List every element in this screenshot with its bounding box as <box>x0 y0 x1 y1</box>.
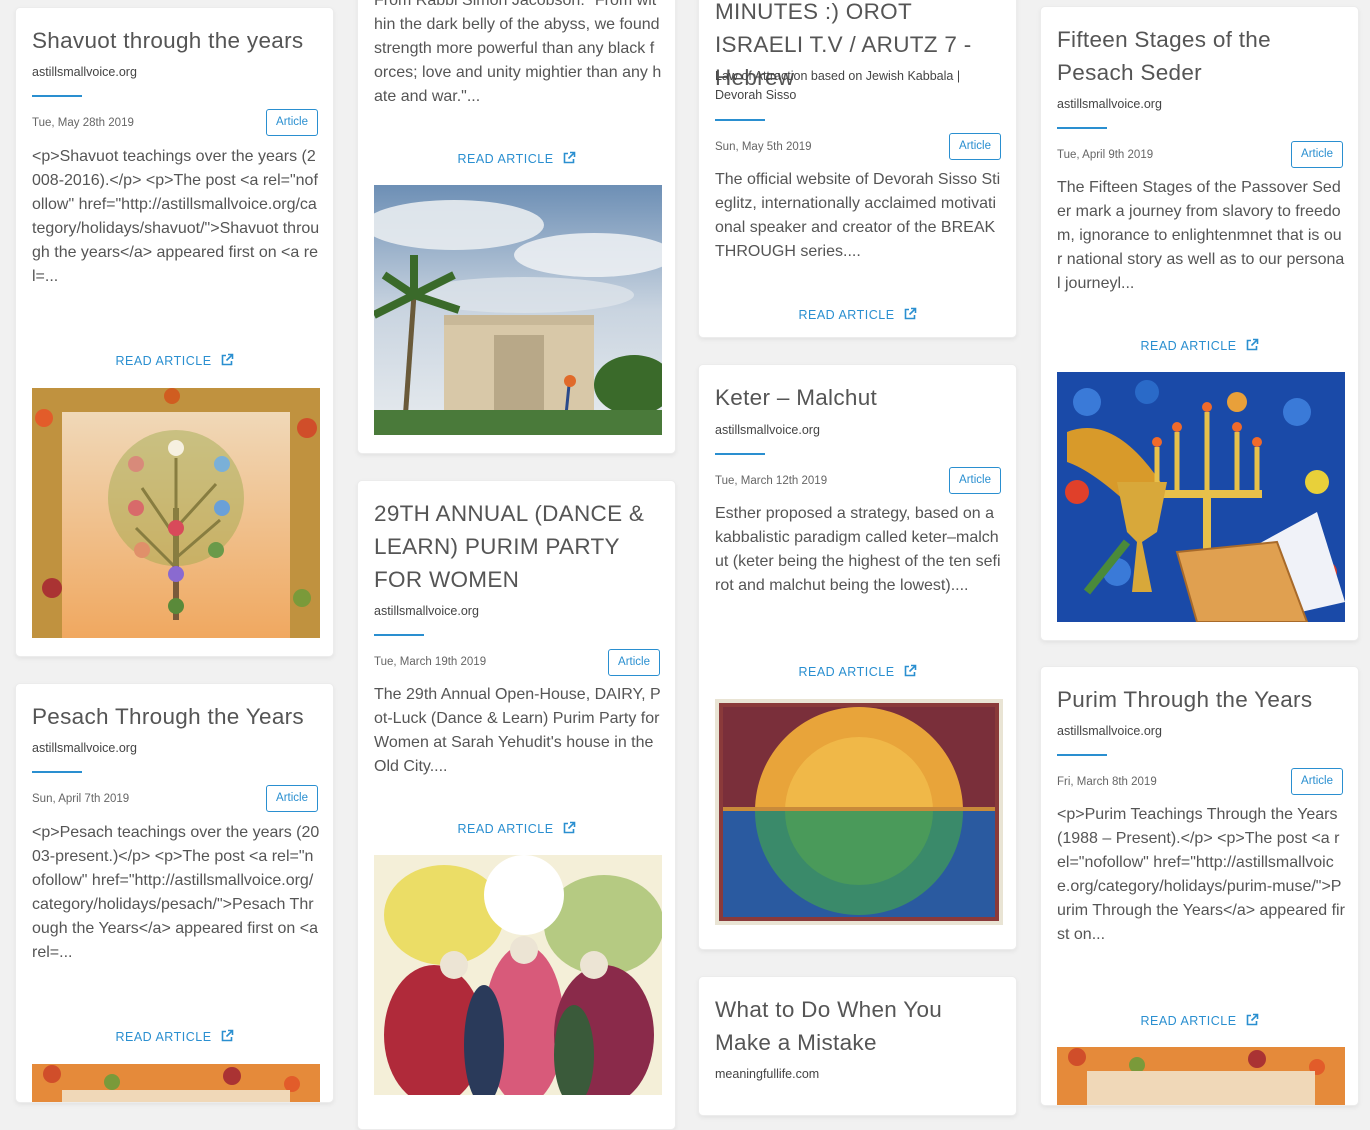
article-source: astillsmallvoice.org <box>32 65 137 79</box>
article-source: astillsmallvoice.org <box>715 423 820 437</box>
article-date: Tue, May 28th 2019 <box>32 117 134 129</box>
article-date: Tue, April 9th 2019 <box>1057 149 1154 161</box>
article-card[interactable]: Purim Through the Years astillsmallvoice… <box>1040 666 1359 1106</box>
article-image[interactable] <box>32 388 320 638</box>
read-article-label[interactable]: READ ARTICLE <box>457 152 553 166</box>
read-article-label[interactable]: READ ARTICLE <box>115 354 211 368</box>
article-description: The Fifteen Stages of the Passover Seder… <box>1057 179 1345 292</box>
read-article-label[interactable]: READ ARTICLE <box>1140 339 1236 353</box>
article-image[interactable] <box>374 185 662 435</box>
read-article-label[interactable]: READ ARTICLE <box>1140 1014 1236 1028</box>
article-image[interactable] <box>1057 1047 1345 1105</box>
article-date: Tue, March 12th 2019 <box>715 475 828 487</box>
article-source: astillsmallvoice.org <box>1057 724 1162 738</box>
article-title[interactable]: Shavuot through the years <box>32 24 320 57</box>
read-article-label[interactable]: READ ARTICLE <box>457 822 553 836</box>
external-link-icon <box>1245 1013 1259 1027</box>
article-title[interactable]: What to Do When You Make a Mistake <box>715 993 1003 1059</box>
article-date: Sun, April 7th 2019 <box>32 793 130 805</box>
article-title[interactable]: Fifteen Stages of the Pesach Seder <box>1057 23 1345 89</box>
read-article-label[interactable]: READ ARTICLE <box>115 1030 211 1044</box>
article-description: <p>Purim Teachings Through the Years (19… <box>1057 806 1345 943</box>
article-source: meaningfullife.com <box>715 1067 820 1081</box>
divider <box>1057 754 1107 756</box>
article-card[interactable]: 29TH ANNUAL (DANCE & LEARN) PURIM PARTY … <box>357 480 676 1130</box>
article-card[interactable]: MINUTES :) OROT ISRAELI T.V / ARUTZ 7 - … <box>698 0 1017 338</box>
external-link-icon <box>903 664 917 678</box>
article-description: Esther proposed a strategy, based on a k… <box>715 505 1001 594</box>
article-card[interactable]: Pesach Through the Years astillsmallvoic… <box>15 683 334 1103</box>
external-link-icon <box>562 151 576 165</box>
read-article-link[interactable]: READ ARTICLE <box>358 821 675 836</box>
article-type-badge: Article <box>608 649 660 676</box>
article-type-badge: Article <box>266 109 318 136</box>
article-source: astillsmallvoice.org <box>1057 97 1162 111</box>
read-article-label[interactable]: READ ARTICLE <box>798 308 894 322</box>
read-article-link[interactable]: READ ARTICLE <box>699 307 1016 322</box>
article-card[interactable]: From Rabbi Simon Jacobson: "From within … <box>357 0 676 454</box>
article-description: <p>Shavuot teachings over the years (200… <box>32 148 320 285</box>
article-card[interactable]: Shavuot through the years astillsmallvoi… <box>15 7 334 657</box>
external-link-icon <box>903 307 917 321</box>
article-description: The official website of Devorah Sisso St… <box>715 171 1001 260</box>
article-image[interactable] <box>1057 372 1345 622</box>
divider <box>32 771 82 773</box>
article-title[interactable]: Keter – Malchut <box>715 381 1003 414</box>
article-type-badge: Article <box>949 467 1001 494</box>
read-article-label[interactable]: READ ARTICLE <box>798 665 894 679</box>
article-image[interactable] <box>32 1064 320 1102</box>
divider <box>32 95 82 97</box>
article-source: Law of Attraction based on Jewish Kabbal… <box>715 69 961 102</box>
article-date: Sun, May 5th 2019 <box>715 141 812 153</box>
article-description: <p>Pesach teachings over the years (2003… <box>32 824 320 961</box>
article-image[interactable] <box>374 855 662 1095</box>
article-title[interactable]: Purim Through the Years <box>1057 683 1345 716</box>
article-title[interactable]: 29TH ANNUAL (DANCE & LEARN) PURIM PARTY … <box>374 497 662 596</box>
read-article-link[interactable]: READ ARTICLE <box>699 664 1016 679</box>
article-type-badge: Article <box>266 785 318 812</box>
divider <box>715 119 765 121</box>
article-type-badge: Article <box>949 133 1001 160</box>
article-date: Fri, March 8th 2019 <box>1057 776 1157 788</box>
read-article-link[interactable]: READ ARTICLE <box>1041 338 1358 353</box>
read-article-link[interactable]: READ ARTICLE <box>16 353 333 368</box>
article-description: The 29th Annual Open-House, DAIRY, Pot-L… <box>374 686 661 775</box>
article-image[interactable] <box>715 699 1003 925</box>
divider <box>715 453 765 455</box>
article-type-badge: Article <box>1291 141 1343 168</box>
read-article-link[interactable]: READ ARTICLE <box>1041 1013 1358 1028</box>
article-source: astillsmallvoice.org <box>374 604 479 618</box>
article-title[interactable]: Pesach Through the Years <box>32 700 320 733</box>
external-link-icon <box>562 821 576 835</box>
article-date: Tue, March 19th 2019 <box>374 656 487 668</box>
article-description: From Rabbi Simon Jacobson: "From within … <box>374 0 662 105</box>
article-card[interactable]: What to Do When You Make a Mistake meani… <box>698 976 1017 1116</box>
article-card[interactable]: Keter – Malchut astillsmallvoice.org Tue… <box>698 364 1017 950</box>
external-link-icon <box>220 1029 234 1043</box>
external-link-icon <box>1245 338 1259 352</box>
article-card[interactable]: Fifteen Stages of the Pesach Seder astil… <box>1040 6 1359 641</box>
external-link-icon <box>220 353 234 367</box>
read-article-link[interactable]: READ ARTICLE <box>16 1029 333 1044</box>
divider <box>1057 127 1107 129</box>
article-type-badge: Article <box>1291 768 1343 795</box>
read-article-link[interactable]: READ ARTICLE <box>358 151 675 166</box>
divider <box>374 634 424 636</box>
article-source: astillsmallvoice.org <box>32 741 137 755</box>
